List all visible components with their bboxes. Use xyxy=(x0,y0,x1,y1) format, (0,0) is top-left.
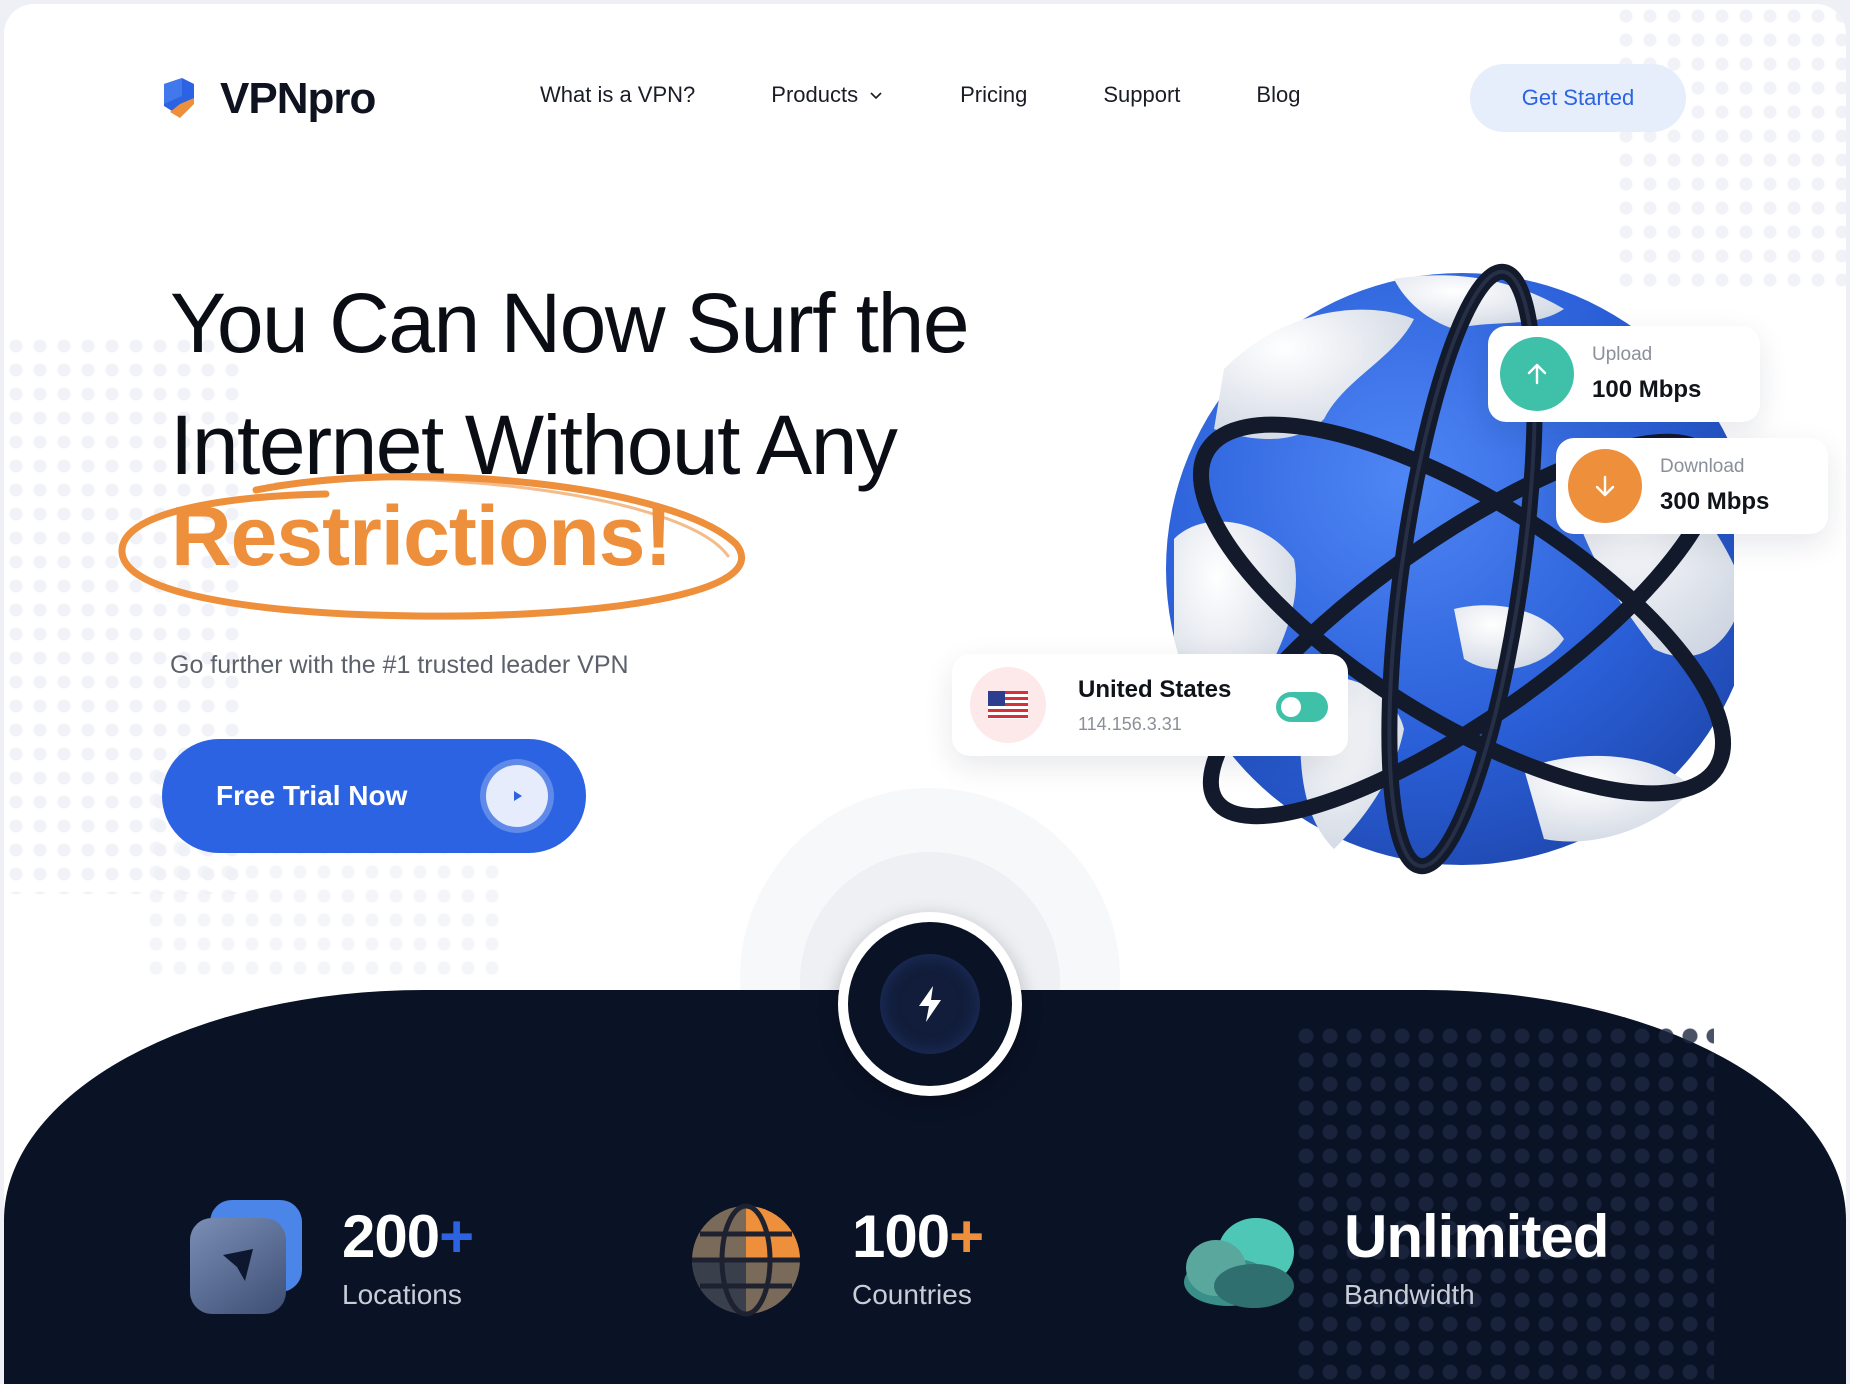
nav-label: Support xyxy=(1103,82,1181,107)
get-started-button[interactable]: Get Started xyxy=(1470,64,1686,132)
free-trial-button[interactable]: Free Trial Now xyxy=(162,739,586,853)
headline-line-1: You Can Now Surf the xyxy=(170,276,970,370)
location-card: United States 114.156.3.31 xyxy=(952,654,1348,756)
brand-name: VPNpro xyxy=(220,74,376,123)
nav-item-products[interactable]: Products xyxy=(771,82,884,108)
free-trial-label: Free Trial Now xyxy=(216,780,408,811)
download-title: Download xyxy=(1660,456,1745,477)
nav-item-what-is-vpn[interactable]: What is a VPN? xyxy=(540,82,695,108)
upload-title: Upload xyxy=(1592,344,1653,365)
stat-plus: + xyxy=(949,1203,985,1270)
play-icon xyxy=(486,765,548,827)
connect-button[interactable] xyxy=(838,912,1022,1096)
stat-bandwidth-label: Bandwidth xyxy=(1344,1279,1475,1310)
stat-locations-label: Locations xyxy=(342,1279,462,1310)
stat-countries-number: 100 xyxy=(852,1203,950,1270)
location-ip: 114.156.3.31 xyxy=(1078,713,1182,734)
upload-value: 100 Mbps xyxy=(1592,376,1702,403)
shield-logo-icon xyxy=(160,76,198,122)
main-nav: What is a VPN? Products Pricing Support … xyxy=(540,82,1300,108)
stat-locations-number: 200 xyxy=(342,1203,440,1270)
download-value: 300 Mbps xyxy=(1660,488,1770,515)
stat-countries-label: Countries xyxy=(852,1279,972,1310)
location-pin-icon xyxy=(184,1200,302,1318)
us-flag-icon xyxy=(970,667,1046,743)
stat-bandwidth-number: Unlimited xyxy=(1344,1203,1609,1270)
highlight-restrictions: Restrictions! xyxy=(116,466,756,636)
chevron-down-icon xyxy=(870,92,882,100)
nav-label: Pricing xyxy=(960,82,1028,107)
nav-label: What is a VPN? xyxy=(540,82,696,107)
globe-illustration xyxy=(1094,209,1758,929)
location-country: United States xyxy=(1078,675,1232,703)
page: VPNpro What is a VPN? Products Pricing S… xyxy=(4,4,1846,1384)
stat-countries: 100+ Countries xyxy=(688,1200,984,1318)
toggle-knob xyxy=(1281,697,1301,717)
upload-card: Upload 100 Mbps xyxy=(1488,326,1760,422)
hero-subtitle: Go further with the #1 trusted leader VP… xyxy=(170,651,629,679)
stat-locations: 200+ Locations xyxy=(184,1200,474,1318)
nav-item-support[interactable]: Support xyxy=(1103,82,1180,108)
lightning-icon xyxy=(880,954,980,1054)
nav-label: Blog xyxy=(1256,82,1301,107)
nav-item-pricing[interactable]: Pricing xyxy=(960,82,1027,108)
highlight-text: Restrictions! xyxy=(171,489,672,583)
stat-plus: + xyxy=(439,1203,475,1270)
nav-label: Products xyxy=(771,82,859,107)
stat-bandwidth: Unlimited Bandwidth xyxy=(1176,1200,1609,1318)
download-card: Download 300 Mbps xyxy=(1556,438,1828,534)
globe-grid-icon xyxy=(688,1200,806,1318)
arrow-down-icon xyxy=(1568,449,1642,523)
connection-toggle[interactable] xyxy=(1276,692,1328,722)
brand-logo[interactable]: VPNpro xyxy=(160,74,376,124)
cloud-icon xyxy=(1176,1200,1300,1318)
arrow-up-icon xyxy=(1500,337,1574,411)
nav-item-blog[interactable]: Blog xyxy=(1256,82,1300,108)
